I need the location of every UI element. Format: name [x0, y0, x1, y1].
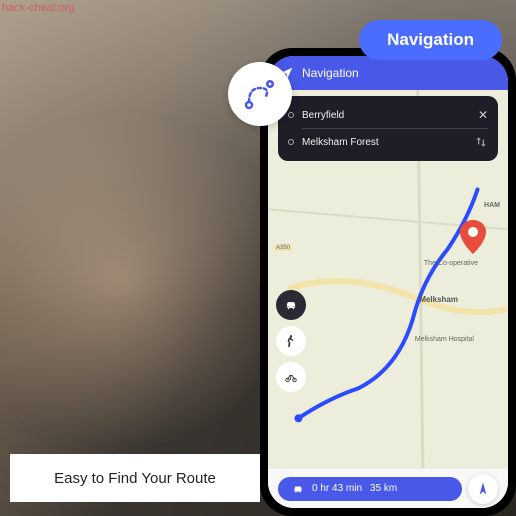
route-time: 0 hr 43 min	[312, 483, 362, 494]
destination-input[interactable]	[302, 137, 466, 148]
compass-button[interactable]	[468, 474, 498, 504]
car-icon	[284, 298, 298, 312]
map-label-town: Melksham	[419, 295, 458, 304]
walk-icon	[284, 334, 298, 348]
map-label-hospital: Melksham Hospital	[415, 336, 474, 343]
bottom-info-bar: 0 hr 43 min 35 km	[268, 468, 508, 508]
tagline-bar: Easy to Find Your Route	[10, 454, 260, 502]
map-label-coop: The Co-operative	[424, 260, 478, 267]
route-distance: 35 km	[370, 483, 397, 494]
map-label-north: HAM	[484, 202, 500, 209]
origin-input[interactable]	[302, 110, 470, 121]
clear-origin-button[interactable]: ✕	[478, 108, 488, 122]
route-search-box: ✕	[278, 96, 498, 161]
transport-mode-rail	[276, 290, 306, 392]
phone-screen: Navigation Melksham Melksham Hospital Th…	[268, 56, 508, 508]
mode-walk-button[interactable]	[276, 326, 306, 356]
route-info-pill[interactable]: 0 hr 43 min 35 km	[278, 477, 462, 501]
car-icon	[292, 483, 304, 495]
destination-bullet-icon	[288, 139, 294, 145]
map-label-road1: A350	[274, 245, 292, 251]
navigation-pill: Navigation	[359, 20, 502, 60]
tagline-text: Easy to Find Your Route	[54, 470, 216, 487]
mode-car-button[interactable]	[276, 290, 306, 320]
mode-bike-button[interactable]	[276, 362, 306, 392]
watermark-text: hack-cheat.org	[2, 2, 75, 14]
bike-icon	[284, 370, 298, 384]
app-header: Navigation	[268, 56, 508, 90]
navigation-pill-label: Navigation	[387, 30, 474, 49]
route-badge-icon	[228, 62, 292, 126]
app-title: Navigation	[302, 66, 359, 80]
compass-icon	[475, 481, 491, 497]
search-divider	[302, 128, 488, 129]
destination-pin-icon	[460, 220, 486, 259]
phone-frame: Navigation Melksham Melksham Hospital Th…	[260, 48, 516, 516]
origin-bullet-icon	[288, 112, 294, 118]
swap-icon[interactable]	[474, 135, 488, 149]
